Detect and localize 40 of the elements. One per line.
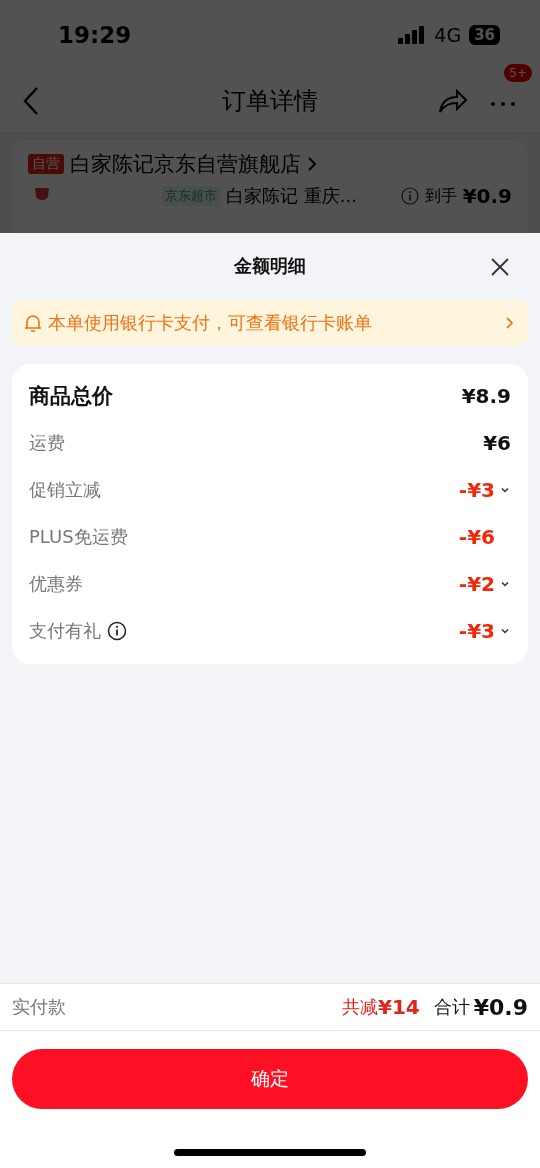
product-price: ¥0.9: [462, 184, 512, 208]
amount-label: 促销立减: [29, 477, 101, 502]
share-icon[interactable]: [438, 88, 468, 114]
network-label: 4G: [434, 24, 462, 46]
saved-amount: ¥14: [377, 995, 420, 1019]
status-time: 19:29: [58, 22, 132, 48]
info-icon[interactable]: [107, 620, 127, 641]
amount-value: -¥6: [458, 524, 495, 549]
footer-label: 实付款: [12, 995, 66, 1019]
back-icon[interactable]: [22, 86, 40, 116]
sheet-title: 金额明细: [234, 254, 306, 278]
total-amount: ¥0.9: [473, 994, 528, 1020]
close-icon[interactable]: [490, 257, 510, 277]
amount-label: 优惠券: [29, 571, 83, 596]
total-label: 合计: [433, 995, 470, 1019]
store-tag: 自营: [28, 154, 64, 174]
amount-value: -¥2: [458, 571, 495, 596]
amount-value: ¥8.9: [461, 383, 511, 408]
amount-label: 运费: [29, 430, 65, 455]
saved-label: 共减: [341, 995, 378, 1019]
price-label: 到手: [424, 185, 457, 207]
bell-icon: [24, 313, 42, 333]
amount-value: -¥3: [458, 477, 495, 502]
amount-label: 商品总价: [29, 382, 113, 410]
amount-label: PLUS免运费: [29, 524, 128, 549]
notice-banner[interactable]: 本单使用银行卡支付，可查看银行卡账单: [12, 300, 528, 346]
product-name: 白家陈记 重庆...: [226, 184, 357, 208]
confirm-button[interactable]: 确定: [12, 1049, 528, 1109]
signal-icon: [398, 26, 427, 44]
shop-logo-icon: [34, 186, 50, 200]
chevron-right-icon: [505, 316, 514, 330]
battery-level: 36: [469, 25, 500, 45]
store-name[interactable]: 白家陈记京东自营旗舰店: [70, 150, 301, 178]
amount-label: 支付有礼: [29, 618, 101, 643]
notice-text: 本单使用银行卡支付，可查看银行卡账单: [48, 311, 373, 335]
notification-badge: 5+: [504, 64, 532, 82]
chevron-right-icon: [307, 156, 317, 172]
amount-value: ¥6: [483, 430, 511, 455]
amount-value: -¥3: [458, 618, 495, 643]
page-title: 订单详情: [222, 87, 318, 115]
